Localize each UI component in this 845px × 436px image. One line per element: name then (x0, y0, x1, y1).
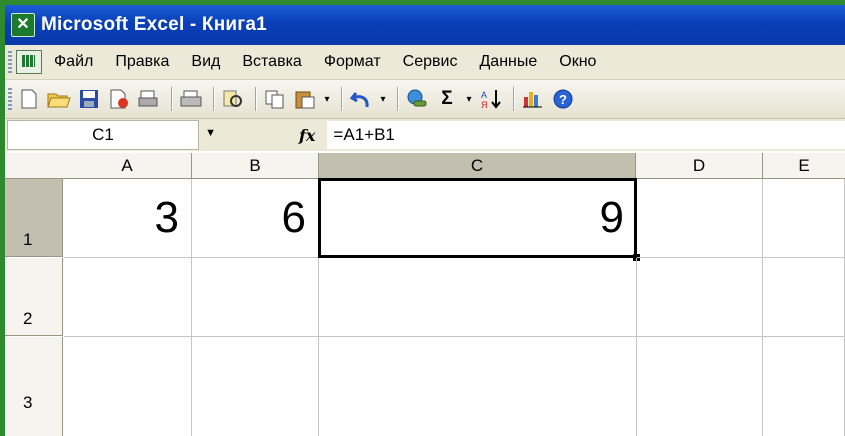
cell-d1[interactable] (637, 179, 763, 258)
menu-grip[interactable] (8, 51, 12, 73)
cell-e1[interactable] (763, 179, 845, 258)
menu-data[interactable]: Данные (479, 53, 537, 71)
cell-b1[interactable]: 6 (192, 179, 319, 258)
menu-bar: Файл Правка Вид Вставка Формат Сервис Да… (5, 45, 845, 80)
column-header-e[interactable]: E (763, 153, 845, 179)
cell-a2[interactable] (64, 258, 192, 337)
undo-dropdown-icon[interactable]: ▾ (378, 94, 388, 105)
cell-c1[interactable]: 9 (318, 178, 637, 258)
toolbar-separator (397, 87, 399, 111)
row-header-2[interactable]: 2 (5, 258, 63, 336)
menu-view[interactable]: Вид (191, 53, 220, 71)
svg-text:Я: Я (481, 100, 488, 110)
menu-format[interactable]: Формат (324, 53, 381, 71)
cell-e3[interactable] (763, 337, 845, 436)
toolbar-separator (213, 87, 215, 111)
open-icon[interactable] (46, 86, 72, 112)
column-header-b[interactable]: B (192, 153, 319, 179)
select-all-corner[interactable] (5, 153, 64, 179)
cell-a3[interactable] (64, 337, 192, 436)
cell-c3[interactable] (319, 337, 637, 436)
column-header-c[interactable]: C (319, 153, 636, 179)
column-header-a[interactable]: A (63, 153, 192, 179)
cell-d3[interactable] (637, 337, 763, 436)
workbook-icon[interactable] (16, 50, 42, 74)
cell-a1[interactable]: 3 (64, 179, 192, 258)
menu-tools[interactable]: Сервис (403, 53, 458, 71)
menu-window[interactable]: Окно (559, 53, 596, 71)
cell-b2[interactable] (192, 258, 319, 337)
window-title: Microsoft Excel - Книга1 (41, 14, 267, 35)
excel-icon[interactable]: ✕ (11, 13, 35, 37)
menu-insert[interactable]: Вставка (242, 53, 301, 71)
menu-edit[interactable]: Правка (115, 53, 169, 71)
title-bar: ✕ Microsoft Excel - Книга1 (5, 5, 845, 45)
cell-d2[interactable] (637, 258, 763, 337)
chevron-down-icon[interactable]: ▼ (205, 127, 216, 139)
menu-file[interactable]: Файл (54, 53, 93, 71)
toolbar-separator (171, 87, 173, 111)
cell-c2[interactable] (319, 258, 637, 337)
toolbar-separator (255, 87, 257, 111)
hyperlink-icon[interactable] (404, 86, 430, 112)
standard-toolbar: ▾ ▾ Σ ▾ АЯ ? (5, 80, 845, 119)
formula-bar: C1 ▼ fx =A1+B1 (5, 119, 845, 151)
undo-icon[interactable] (348, 86, 374, 112)
formula-input[interactable]: =A1+B1 (327, 121, 845, 149)
cell-e2[interactable] (763, 258, 845, 337)
name-box[interactable]: C1 ▼ (7, 120, 216, 150)
paste-icon[interactable] (292, 86, 318, 112)
autosum-dropdown-icon[interactable]: ▾ (464, 94, 474, 105)
permission-icon[interactable] (106, 86, 132, 112)
row-header-1[interactable]: 1 (5, 179, 63, 257)
print-preview-icon[interactable] (136, 86, 162, 112)
research-icon[interactable] (220, 86, 246, 112)
autosum-symbol: Σ (441, 88, 453, 109)
help-icon[interactable]: ? (550, 86, 576, 112)
worksheet-grid: A B C D E 1 2 3 3 6 9 (5, 153, 845, 436)
row-header-3[interactable]: 3 (5, 337, 63, 436)
sort-ascending-icon[interactable]: АЯ (478, 86, 504, 112)
name-box-value: C1 (92, 125, 114, 144)
insert-function-icon[interactable]: fx (299, 126, 315, 145)
paste-dropdown-icon[interactable]: ▾ (322, 94, 332, 105)
toolbar-grip[interactable] (8, 88, 12, 110)
print-icon[interactable] (178, 86, 204, 112)
cell-b3[interactable] (192, 337, 319, 436)
chart-wizard-icon[interactable] (520, 86, 546, 112)
new-icon[interactable] (16, 86, 42, 112)
copy-icon[interactable] (262, 86, 288, 112)
slide-frame: ✕ Microsoft Excel - Книга1 Файл Правка В… (5, 5, 845, 436)
column-header-d[interactable]: D (636, 153, 763, 179)
toolbar-separator (513, 87, 515, 111)
autosum-icon[interactable]: Σ (434, 86, 460, 112)
save-icon[interactable] (76, 86, 102, 112)
svg-text:?: ? (559, 92, 567, 107)
svg-text:А: А (481, 90, 487, 100)
toolbar-separator (341, 87, 343, 111)
